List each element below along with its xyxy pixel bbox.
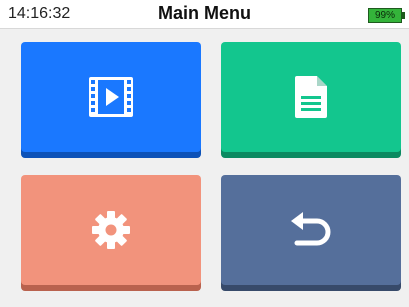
page-title: Main Menu xyxy=(158,3,251,23)
video-button[interactable] xyxy=(21,42,201,158)
documents-button[interactable] xyxy=(221,42,401,158)
battery-indicator: 99% xyxy=(368,8,402,23)
battery-percent: 99% xyxy=(374,10,395,21)
back-button[interactable] xyxy=(221,175,401,291)
gear-icon xyxy=(91,210,131,250)
status-bar: 14:16:32 Main Menu 99% xyxy=(0,0,409,29)
video-film-icon xyxy=(89,77,133,117)
battery-terminal xyxy=(402,12,405,19)
back-arrow-icon xyxy=(289,211,333,249)
settings-button[interactable] xyxy=(21,175,201,291)
document-icon xyxy=(295,76,327,118)
